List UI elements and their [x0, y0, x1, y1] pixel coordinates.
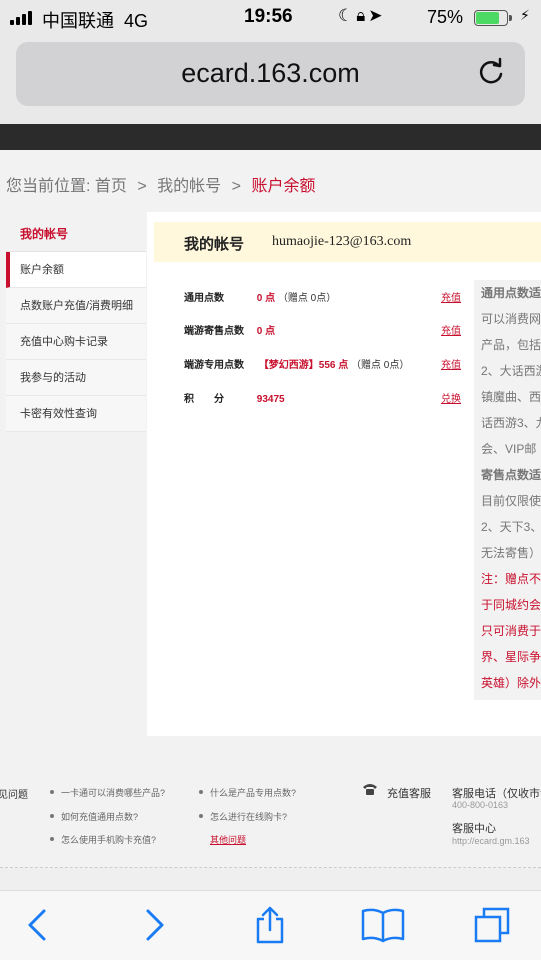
- faq-link[interactable]: 怎么进行在线购卡?: [210, 810, 287, 823]
- notice-line: 通用点数适: [481, 286, 541, 300]
- points-row-score: 积 分 93475: [184, 390, 285, 405]
- row-value: 93475: [256, 394, 285, 405]
- reload-icon[interactable]: [475, 56, 507, 88]
- tabs-icon[interactable]: [472, 905, 512, 945]
- account-panel: 我的帐号 humaojie-123@163.com 通用点数 0 点 （赠点 0…: [147, 212, 541, 736]
- site-header: [0, 124, 541, 150]
- service-center-label: 客服中心: [452, 823, 496, 835]
- row-label: 端游专用点数: [184, 360, 244, 371]
- charging-bolt-icon: ⚡︎: [520, 7, 530, 23]
- breadcrumb-account[interactable]: 我的帐号: [157, 178, 221, 195]
- phone-number: 400-800-0163: [452, 800, 509, 810]
- browser-address-area: ecard.163.com: [0, 36, 541, 124]
- phone-icon: [363, 784, 377, 795]
- row-extra: （赠点 0点）: [277, 293, 337, 304]
- bookmarks-icon[interactable]: [360, 905, 406, 945]
- bullet-icon: [50, 837, 54, 841]
- breadcrumb-prefix: 您当前位置:: [6, 178, 91, 195]
- recharge-link-general[interactable]: 充值: [441, 289, 461, 304]
- points-row-dedicated: 端游专用点数 【梦幻西游】556 点 （赠点 0点）: [184, 356, 409, 371]
- row-label: 积 分: [184, 394, 224, 405]
- points-row-general: 通用点数 0 点 （赠点 0点）: [184, 289, 336, 304]
- points-notice: 通用点数适 可以消费网 产品，包括 2、大话西游 镇魔曲、西 话西游3、九 会、…: [474, 280, 541, 700]
- back-icon[interactable]: [18, 905, 58, 945]
- row-value: 0 点: [256, 326, 276, 337]
- moon-icon: ☾: [338, 6, 357, 25]
- clock: 19:56: [244, 6, 293, 27]
- notice-line: 话西游3、九: [481, 416, 541, 430]
- notice-line: 注：赠点不: [481, 572, 541, 586]
- notice-line: 界、星际争: [481, 650, 541, 664]
- breadcrumb: 您当前位置: 首页 > 我的帐号 > 账户余额: [6, 178, 316, 195]
- recharge-link-dedicated[interactable]: 充值: [441, 356, 461, 371]
- signal-strength-icon: [10, 11, 32, 25]
- notice-line: 2、天下3、: [481, 520, 541, 534]
- share-icon[interactable]: [250, 905, 290, 945]
- faq-link[interactable]: 一卡通可以消费哪些产品?: [61, 786, 165, 799]
- battery-icon: [474, 10, 512, 26]
- sidebar-item-balance[interactable]: 账户余额: [6, 252, 146, 288]
- sidebar: 我的帐号 账户余额 点数账户充值/消费明细 充值中心购卡记录 我参与的活动 卡密…: [6, 216, 146, 432]
- battery-percent: 75%: [427, 7, 464, 27]
- footer-strip: [0, 868, 541, 890]
- phone-label: 客服电话（仅收市话: [452, 788, 541, 800]
- row-extra: （赠点 0点）: [351, 360, 410, 371]
- status-bar: 中国联通 4G 19:56 ☾🔒︎➤ 75% ⚡︎: [0, 0, 541, 36]
- redeem-link[interactable]: 兑换: [441, 390, 461, 405]
- account-email: humaojie-123@163.com: [272, 234, 412, 249]
- bullet-icon: [199, 814, 203, 818]
- carrier-name: 中国联通 4G: [42, 11, 149, 31]
- faq-title: 见问题: [0, 790, 28, 801]
- bullet-icon: [50, 814, 54, 818]
- sidebar-item-activities[interactable]: 我参与的活动: [6, 360, 146, 396]
- breadcrumb-bar: 您当前位置: 首页 > 我的帐号 > 账户余额: [0, 150, 541, 212]
- browser-toolbar: [0, 890, 541, 960]
- row-label: 通用点数: [184, 293, 224, 304]
- account-header: 我的帐号 humaojie-123@163.com: [154, 222, 541, 262]
- service-label: 充值客服: [387, 788, 431, 800]
- notice-line: 寄售点数适: [481, 468, 541, 482]
- faq-more-link[interactable]: 其他问题: [210, 833, 246, 846]
- network-type: 4G: [124, 11, 149, 31]
- rotation-lock-icon: 🔒︎: [356, 6, 369, 25]
- account-title: 我的帐号: [184, 236, 245, 253]
- service-center-url[interactable]: http://ecard.gm.163: [452, 836, 530, 846]
- notice-line: 会、VIP邮: [481, 442, 537, 456]
- faq-link[interactable]: 什么是产品专用点数?: [210, 786, 296, 799]
- notice-line: 2、大话西游: [481, 364, 541, 378]
- notice-line: 镇魔曲、西: [481, 390, 541, 404]
- breadcrumb-current: 账户余额: [251, 178, 316, 195]
- address-bar[interactable]: ecard.163.com: [16, 42, 525, 106]
- notice-line: 只可消费于: [481, 624, 541, 638]
- faq-link[interactable]: 如何充值通用点数?: [61, 810, 138, 823]
- notice-line: 无法寄售）: [481, 546, 541, 560]
- points-row-consign: 端游寄售点数 0 点: [184, 322, 275, 337]
- notice-line: 产品，包括: [481, 338, 541, 352]
- notice-line: 可以消费网: [481, 312, 541, 326]
- notice-line: 于同城约会: [481, 598, 541, 612]
- sidebar-item-card-check[interactable]: 卡密有效性查询: [6, 396, 146, 432]
- row-value: 【梦幻西游】556 点: [258, 360, 349, 371]
- sidebar-item-purchase-records[interactable]: 充值中心购卡记录: [6, 324, 146, 360]
- notice-line: 英雄）除外: [481, 676, 541, 690]
- faq-link[interactable]: 怎么使用手机购卡充值?: [61, 833, 156, 846]
- bullet-icon: [199, 790, 203, 794]
- forward-icon[interactable]: [134, 905, 174, 945]
- footer: 见问题 一卡通可以消费哪些产品? 什么是产品专用点数? 如何充值通用点数? 怎么…: [0, 762, 541, 870]
- notice-line: 目前仅限使: [481, 494, 541, 508]
- recharge-link-consign[interactable]: 充值: [441, 322, 461, 337]
- row-value: 0 点: [256, 293, 276, 304]
- location-arrow-icon: ➤: [368, 6, 386, 25]
- bullet-icon: [50, 790, 54, 794]
- url-text[interactable]: ecard.163.com: [16, 58, 525, 89]
- breadcrumb-home[interactable]: 首页: [95, 178, 127, 195]
- row-label: 端游寄售点数: [184, 326, 244, 337]
- sidebar-item-details[interactable]: 点数账户充值/消费明细: [6, 288, 146, 324]
- sidebar-title: 我的帐号: [6, 216, 146, 252]
